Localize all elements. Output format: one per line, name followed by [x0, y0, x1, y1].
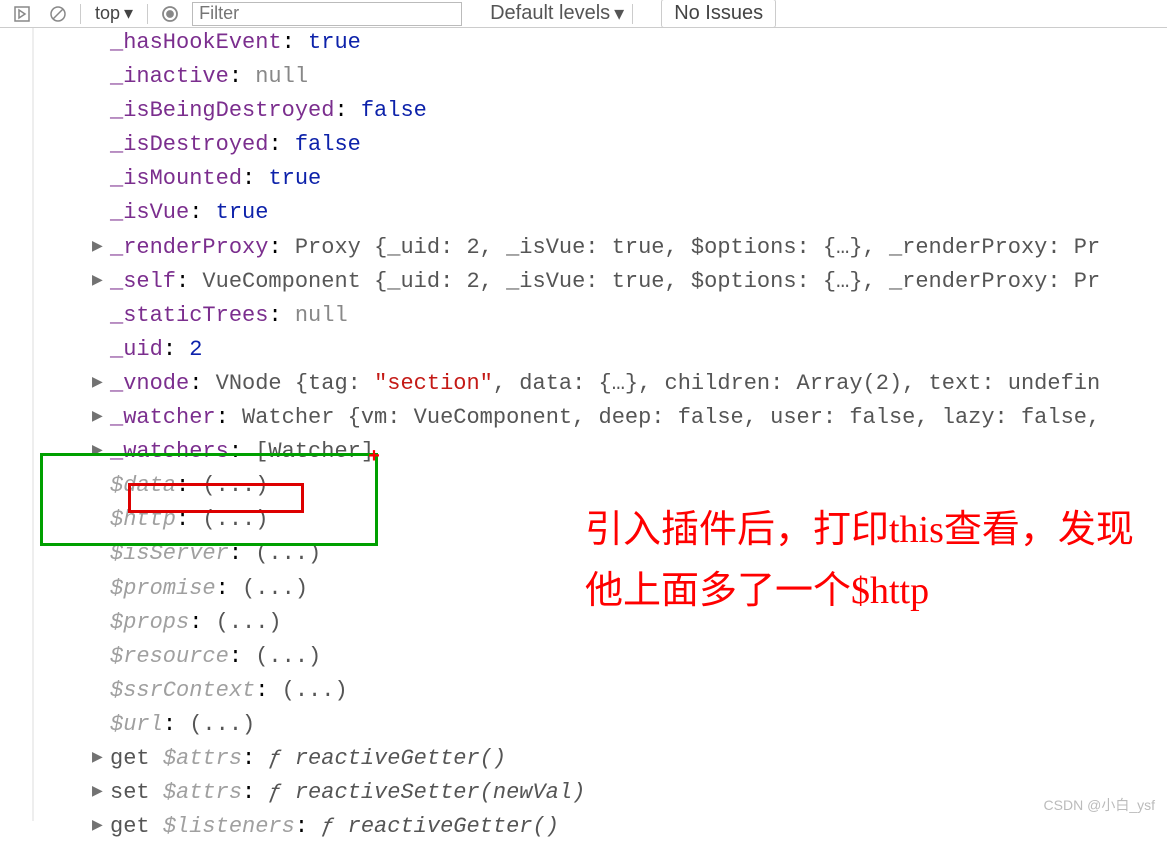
property-key: $isServer	[110, 541, 229, 566]
property-key: _watchers	[110, 439, 229, 464]
live-expression-icon[interactable]	[156, 2, 184, 26]
property-row[interactable]: ▶ get $listeners: ƒ reactiveGetter()	[110, 810, 1167, 844]
clear-console-icon[interactable]	[44, 2, 72, 26]
property-key: _isMounted	[110, 166, 242, 191]
expand-icon[interactable]: ▶	[92, 237, 103, 259]
property-value: (...)	[242, 576, 308, 601]
property-value: true	[216, 200, 269, 225]
property-value: (...)	[216, 610, 282, 635]
expand-icon[interactable]: ▶	[92, 782, 103, 804]
property-key: $ssrContext	[110, 678, 255, 703]
property-value: false	[295, 132, 361, 157]
expand-icon[interactable]: ▶	[92, 748, 103, 770]
property-key: _watcher	[110, 405, 216, 430]
property-value: null	[255, 64, 308, 89]
annotation-marker: +	[368, 446, 380, 469]
property-key: $promise	[110, 576, 216, 601]
property-key: _vnode	[110, 371, 189, 396]
expand-icon[interactable]: ▶	[92, 407, 103, 429]
property-value: reactiveGetter()	[295, 746, 506, 771]
property-row[interactable]: ▶ _vnode: VNode {tag: "section", data: {…	[110, 367, 1167, 401]
property-key: _isVue	[110, 200, 189, 225]
property-row[interactable]: ▶ get $attrs: ƒ reactiveGetter()	[110, 742, 1167, 776]
property-row[interactable]: _isVue: true	[110, 196, 1167, 230]
chevron-down-icon: ▾	[124, 3, 133, 24]
property-key: _hasHookEvent	[110, 30, 282, 55]
property-row[interactable]: _staticTrees: null	[110, 299, 1167, 333]
property-row[interactable]: _uid: 2	[110, 333, 1167, 367]
context-label: top	[95, 3, 120, 24]
execution-context-selector[interactable]: top ▾	[89, 3, 139, 24]
expand-icon[interactable]: ▶	[92, 373, 103, 395]
play-script-icon[interactable]	[8, 2, 36, 26]
property-key: _self	[110, 269, 176, 294]
property-type: Proxy	[295, 235, 361, 260]
property-key: $attrs	[163, 780, 242, 805]
property-row[interactable]: _isDestroyed: false	[110, 128, 1167, 162]
property-value: true	[268, 166, 321, 191]
property-row[interactable]: _isMounted: true	[110, 162, 1167, 196]
annotation-text: 引入插件后，打印this查看，发现他上面多了一个$http	[585, 500, 1145, 622]
property-value: (...)	[255, 644, 321, 669]
levels-label: Default levels	[490, 2, 610, 25]
property-row[interactable]: ▶ _watchers: [Watcher]	[110, 435, 1167, 469]
property-key: $attrs	[163, 746, 242, 771]
issues-button[interactable]: No Issues	[661, 0, 776, 28]
divider	[147, 4, 148, 24]
watermark: CSDN @小白_ysf	[1044, 795, 1155, 815]
property-row[interactable]: ▶ set $attrs: ƒ reactiveSetter(newVal)	[110, 776, 1167, 810]
property-key: _uid	[110, 337, 163, 362]
property-key: $data	[110, 473, 176, 498]
property-value: true	[308, 30, 361, 55]
property-preview: {_uid: 2, _isVue: true, $options: {…}, _…	[374, 235, 1100, 260]
property-preview: , data: {…}, children: Array(2), text: u…	[493, 371, 1100, 396]
chevron-down-icon: ▾	[614, 1, 624, 26]
property-value: (...)	[202, 507, 268, 532]
divider	[80, 4, 81, 24]
property-preview: {_uid: 2, _isVue: true, $options: {…}, _…	[374, 269, 1100, 294]
console-toolbar: top ▾ Default levels ▾ No Issues	[0, 0, 1167, 28]
property-key: _isDestroyed	[110, 132, 268, 157]
expand-icon[interactable]: ▶	[92, 441, 103, 463]
property-key: _isBeingDestroyed	[110, 98, 334, 123]
property-row[interactable]: ▶ _self: VueComponent {_uid: 2, _isVue: …	[110, 265, 1167, 299]
property-value: (...)	[202, 473, 268, 498]
property-value: reactiveSetter(newVal)	[295, 780, 585, 805]
property-key: $resource	[110, 644, 229, 669]
property-key: $http	[110, 507, 176, 532]
property-row[interactable]: ▶ _renderProxy: Proxy {_uid: 2, _isVue: …	[110, 231, 1167, 265]
property-key: _inactive	[110, 64, 229, 89]
property-key: $props	[110, 610, 189, 635]
divider	[632, 4, 633, 24]
property-row[interactable]: ▶ _watcher: Watcher {vm: VueComponent, d…	[110, 401, 1167, 435]
console-output: _hasHookEvent: true _inactive: null _isB…	[0, 28, 1167, 844]
expand-icon[interactable]: ▶	[92, 271, 103, 293]
property-type: VNode	[216, 371, 282, 396]
property-row[interactable]: _isBeingDestroyed: false	[110, 94, 1167, 128]
property-key: _renderProxy	[110, 235, 268, 260]
property-value: (...)	[282, 678, 348, 703]
property-key: _staticTrees	[110, 303, 268, 328]
property-type: VueComponent	[202, 269, 360, 294]
property-row[interactable]: _hasHookEvent: true	[110, 26, 1167, 60]
property-value: 2	[189, 337, 202, 362]
log-levels-selector[interactable]: Default levels ▾	[490, 1, 624, 26]
expand-icon[interactable]: ▶	[92, 816, 103, 838]
property-type: Watcher	[242, 405, 334, 430]
property-value: null	[295, 303, 348, 328]
property-row[interactable]: $ssrContext: (...)	[110, 674, 1167, 708]
property-row[interactable]: $resource: (...)	[110, 640, 1167, 674]
property-key: $url	[110, 712, 163, 737]
property-row[interactable]: $url: (...)	[110, 708, 1167, 742]
property-row[interactable]: _inactive: null	[110, 60, 1167, 94]
property-preview: {vm: VueComponent, deep: false, user: fa…	[348, 405, 1101, 430]
filter-input[interactable]	[192, 2, 462, 26]
property-value: (...)	[255, 541, 321, 566]
property-value: (...)	[189, 712, 255, 737]
property-value: false	[361, 98, 427, 123]
property-row[interactable]: $data: (...)	[110, 469, 1167, 503]
property-value: [Watcher]	[255, 439, 374, 464]
property-value: reactiveGetter()	[348, 814, 559, 839]
property-key: $listeners	[163, 814, 295, 839]
